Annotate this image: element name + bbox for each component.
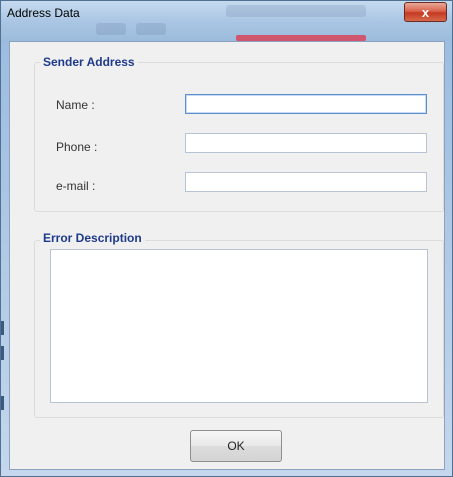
email-field[interactable]	[185, 172, 427, 192]
error-description-field[interactable]	[50, 249, 428, 403]
background-blur	[96, 23, 126, 35]
name-field[interactable]	[185, 94, 427, 114]
ok-button[interactable]: OK	[190, 430, 282, 462]
edge-mark	[1, 396, 4, 410]
dialog-body: Sender Address Name : Phone : e-mail : E…	[9, 41, 445, 470]
phone-field[interactable]	[185, 133, 427, 153]
email-label: e-mail :	[56, 179, 96, 193]
background-blur	[226, 5, 366, 17]
title-bar[interactable]: Address Data x	[1, 1, 452, 41]
address-data-dialog: Address Data x Sender Address Name : Pho…	[0, 0, 453, 477]
edge-mark	[1, 346, 4, 360]
close-button[interactable]: x	[404, 2, 447, 22]
phone-label: Phone :	[56, 140, 98, 154]
error-description-title: Error Description	[40, 231, 145, 245]
background-blur	[136, 23, 166, 35]
window-title: Address Data	[7, 6, 80, 20]
edge-mark	[1, 321, 4, 335]
close-icon: x	[421, 5, 430, 20]
sender-address-title: Sender Address	[40, 55, 138, 69]
name-label: Name :	[56, 98, 95, 112]
